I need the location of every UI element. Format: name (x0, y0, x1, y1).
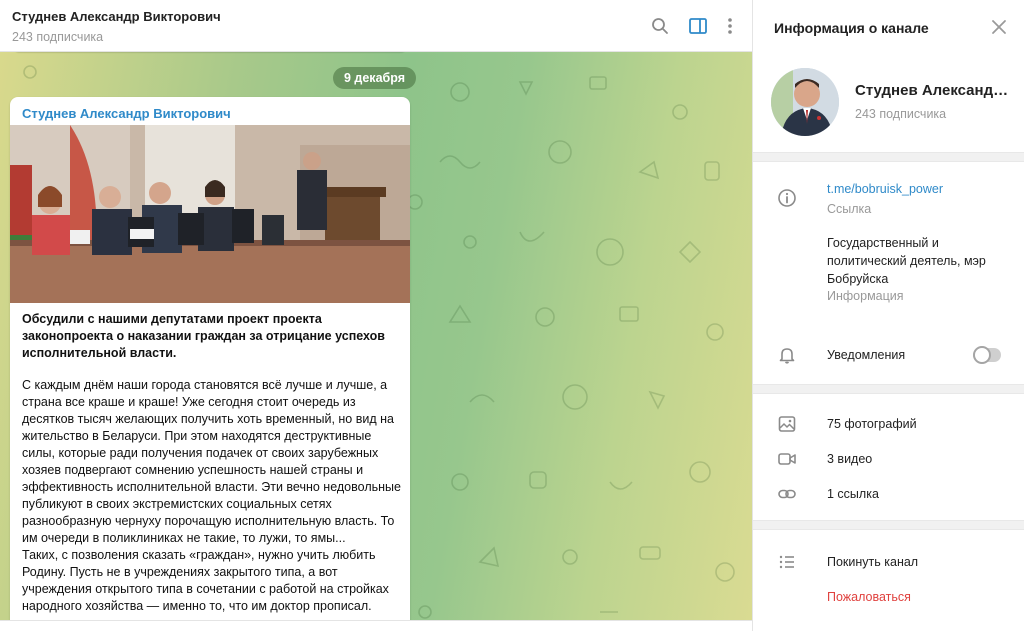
chat-subscribers: 243 подписчика (12, 30, 104, 44)
photos-count[interactable]: 75 фотографий (827, 417, 917, 431)
more-vert-icon[interactable] (718, 14, 742, 38)
notifications-label: Уведомления (827, 348, 906, 362)
channel-link[interactable]: t.me/bobruisk_power (827, 182, 943, 196)
channel-post: Студнев Александр Викторович Обсудили с … (10, 97, 410, 631)
channel-link-label: Ссылка (827, 202, 872, 216)
channel-name: Студнев Александр Викторович (855, 82, 1015, 99)
channel-subscribers: 243 подписчика (855, 107, 947, 121)
section-divider (753, 384, 1024, 394)
post-photo[interactable] (10, 125, 410, 303)
info-icon (777, 188, 797, 208)
chat-header[interactable]: Студнев Александр Викторович 243 подписч… (0, 0, 752, 52)
photo-icon (777, 414, 797, 434)
chat-title[interactable]: Студнев Александр Викторович (12, 9, 221, 24)
toggle-knob (973, 346, 991, 364)
link-icon (777, 484, 797, 504)
sidebar-toggle-icon[interactable] (686, 14, 710, 38)
post-body: С каждым днём наши города становятся всё… (22, 378, 401, 613)
post-author[interactable]: Студнев Александр Викторович (22, 106, 231, 121)
leave-channel-button[interactable]: Покинуть канал (827, 555, 918, 569)
meeting-photo (10, 125, 410, 303)
composer-edge (0, 620, 752, 631)
channel-description: Государственный и политический деятель, … (827, 236, 986, 286)
section-divider (753, 520, 1024, 530)
links-count[interactable]: 1 ссылка (827, 487, 879, 501)
videos-count[interactable]: 3 видео (827, 452, 872, 466)
panel-title: Информация о канале (774, 20, 929, 36)
channel-description-label: Информация (827, 289, 904, 303)
chat-area: Студнев Александр Викторович 243 подписч… (0, 0, 752, 631)
close-icon[interactable] (989, 17, 1009, 37)
date-separator: 9 декабря (333, 67, 417, 89)
post-heading: Обсудили с нашими депутатами проект прое… (22, 312, 385, 360)
avatar[interactable] (771, 68, 839, 136)
report-button[interactable]: Пожаловаться (827, 590, 911, 604)
channel-info-panel: Информация о канале Студнев Александр Ви… (752, 0, 1024, 631)
search-icon[interactable] (648, 14, 672, 38)
notifications-toggle[interactable] (973, 346, 1001, 364)
video-icon (777, 449, 797, 469)
bell-icon (777, 345, 797, 365)
section-divider (753, 152, 1024, 162)
list-icon (777, 552, 797, 572)
